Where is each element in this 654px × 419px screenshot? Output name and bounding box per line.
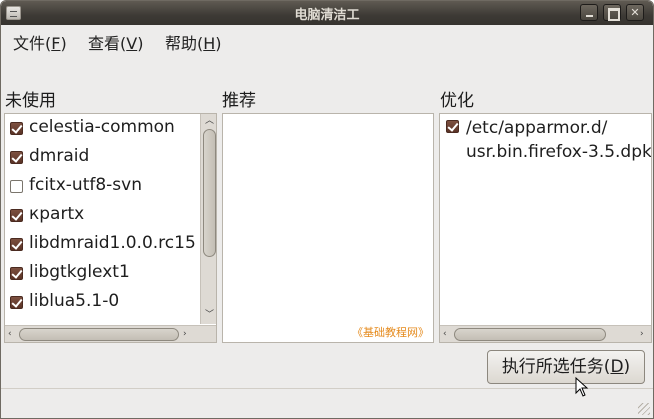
- scroll-right-icon[interactable]: ›: [183, 329, 187, 339]
- horizontal-scrollbar[interactable]: ‹ ›: [5, 325, 216, 342]
- checkbox[interactable]: [10, 296, 23, 309]
- scrollbar-thumb[interactable]: [454, 328, 606, 341]
- menu-file[interactable]: 文件(F): [13, 30, 67, 54]
- checkbox[interactable]: [10, 238, 23, 251]
- recommended-column-label: 推荐: [222, 91, 256, 111]
- window-title: 电脑清洁工: [294, 8, 360, 23]
- minimize-button[interactable]: [580, 4, 598, 21]
- scrollbar-thumb[interactable]: [19, 328, 179, 341]
- optimize-item-line2: usr.bin.firefox-3.5.dpkg: [466, 142, 652, 162]
- horizontal-scrollbar[interactable]: ‹ ›: [440, 325, 651, 342]
- checkbox[interactable]: [10, 180, 23, 193]
- app-window: 电脑清洁工 ✕ 文件(F) 查看(V) 帮助(H) 未使用 推荐 优化 cele…: [0, 0, 654, 419]
- scroll-right-icon[interactable]: ›: [640, 329, 644, 339]
- checkbox[interactable]: [10, 122, 23, 135]
- recommended-list[interactable]: 《基础教程网》: [222, 113, 434, 343]
- checkbox[interactable]: [10, 209, 23, 222]
- scrollbar-thumb[interactable]: [203, 129, 216, 257]
- scroll-left-icon[interactable]: ‹: [8, 329, 12, 339]
- menu-help[interactable]: 帮助(H): [165, 30, 222, 54]
- mouse-pointer-icon: [575, 377, 589, 397]
- resize-grip-icon[interactable]: [638, 403, 650, 415]
- maximize-button[interactable]: [603, 4, 621, 21]
- status-bar: [1, 388, 653, 418]
- menu-view[interactable]: 查看(V): [88, 30, 143, 54]
- watermark: 《基础教程网》: [352, 326, 429, 339]
- checkbox[interactable]: [446, 120, 459, 133]
- scroll-up-icon[interactable]: ︿: [205, 116, 214, 126]
- optimize-item-line1: /etc/apparmor.d/: [466, 118, 608, 138]
- vertical-scrollbar[interactable]: ︿ ﹀: [200, 114, 216, 324]
- title-bar[interactable]: 电脑清洁工 ✕: [1, 1, 653, 25]
- unused-list[interactable]: celestia-common dmraid fcitx-utf8-svn кp…: [4, 113, 217, 343]
- close-button[interactable]: ✕: [626, 4, 644, 21]
- unused-column-label: 未使用: [5, 91, 56, 111]
- optimize-column-label: 优化: [440, 91, 474, 111]
- checkbox[interactable]: [10, 151, 23, 164]
- optimize-list[interactable]: /etc/apparmor.d/ usr.bin.firefox-3.5.dpk…: [439, 113, 652, 343]
- checkbox[interactable]: [10, 267, 23, 280]
- menu-bar: 文件(F) 查看(V) 帮助(H): [1, 26, 653, 53]
- scroll-down-icon[interactable]: ﹀: [205, 310, 214, 320]
- scroll-left-icon[interactable]: ‹: [443, 329, 447, 339]
- execute-selected-tasks-button[interactable]: 执行所选任务(D): [487, 350, 645, 384]
